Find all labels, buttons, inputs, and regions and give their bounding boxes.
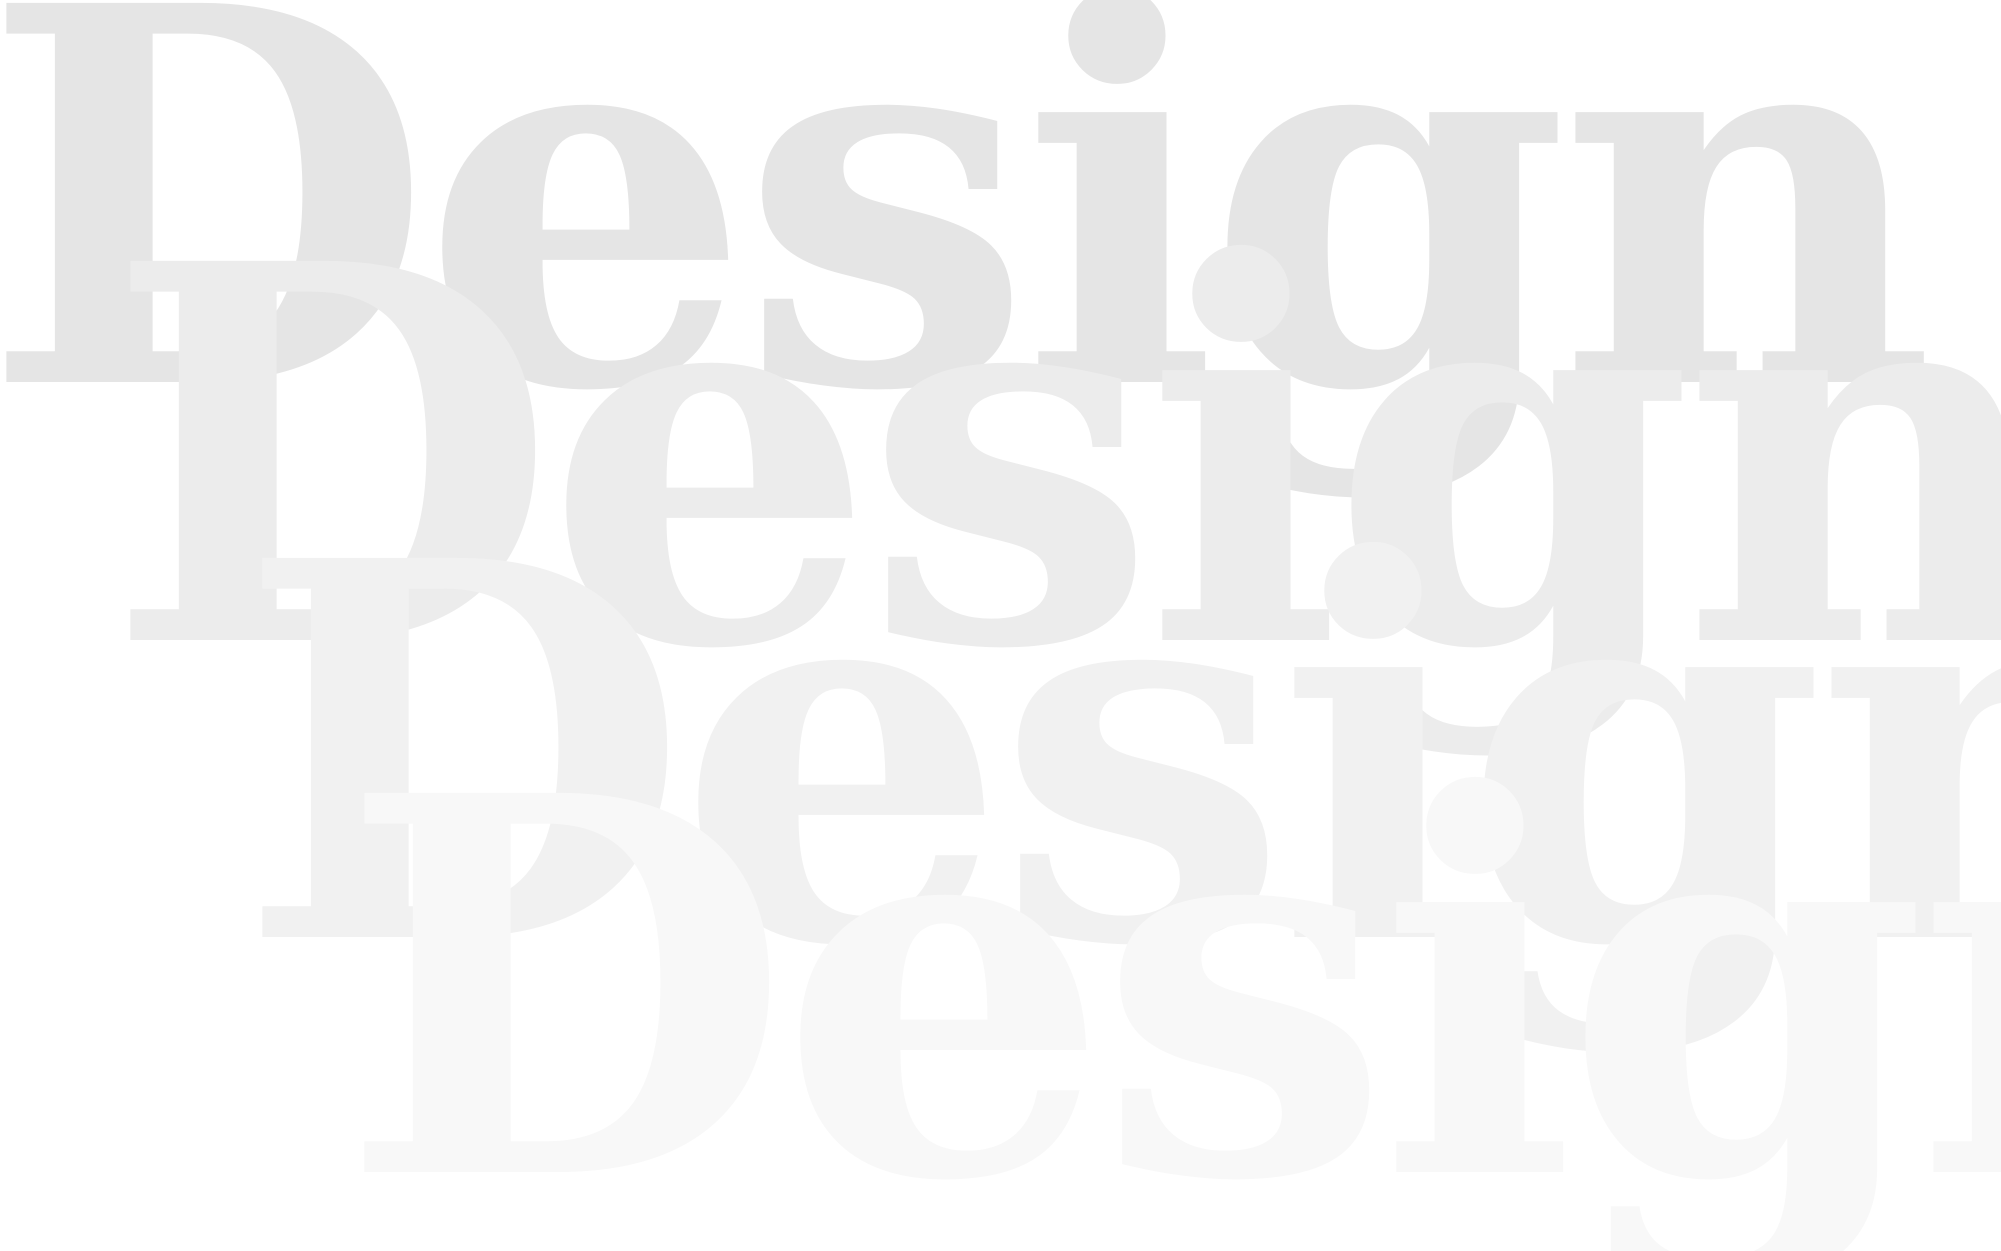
design-typography-artwork: Design Design Design Design	[0, 0, 2001, 1251]
design-word-layer-4: Design	[340, 684, 2001, 1251]
